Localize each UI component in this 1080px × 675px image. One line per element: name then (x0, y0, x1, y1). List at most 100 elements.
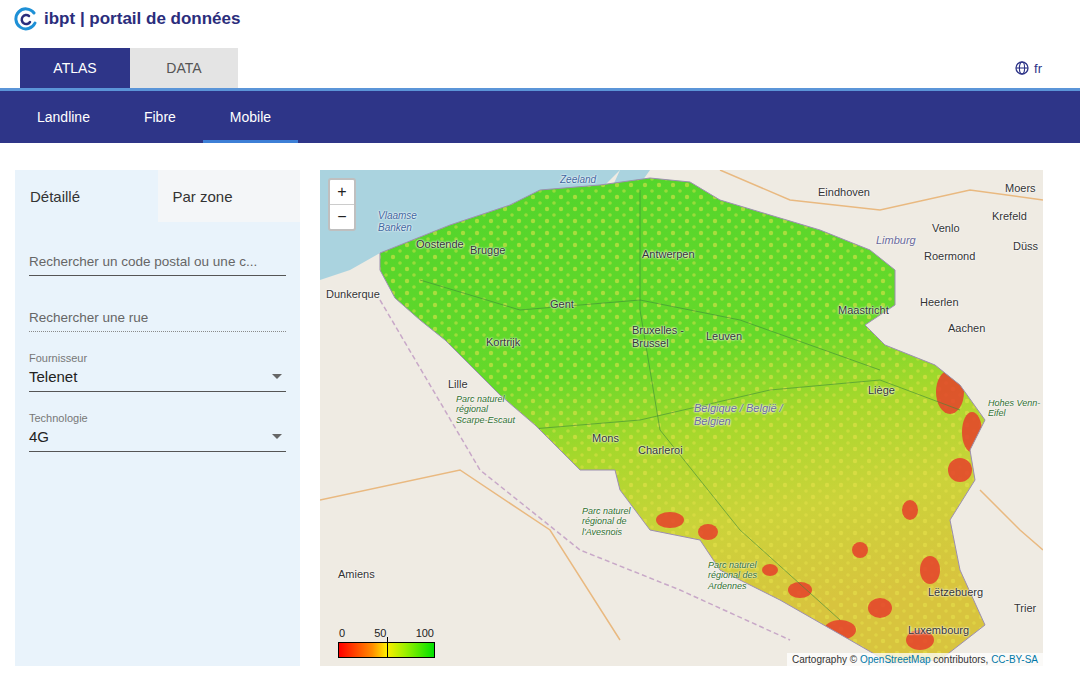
panel-tabs: DétailléPar zone (15, 170, 300, 222)
postal-search-field[interactable]: Rechercher un code postal ou une c... (29, 246, 286, 276)
zoom-control: +− (328, 178, 356, 231)
map-label: Dunkerque (326, 288, 380, 301)
map-label: Trier (1014, 602, 1036, 615)
land-ground (320, 170, 1043, 666)
dropdown-caret-icon (272, 434, 282, 439)
provider-value: Telenet (29, 368, 77, 385)
country-border (380, 178, 985, 663)
map-label: Eindhoven (818, 186, 870, 199)
nav-item[interactable]: Mobile (203, 91, 298, 143)
map-label: Düss (1013, 240, 1038, 253)
coverage-map[interactable]: Zeeland Eindhoven Moers Krefeld Venlo Düss Vla… (320, 170, 1043, 666)
road-line (720, 170, 1043, 210)
legend-tick: 50 (374, 627, 386, 639)
nav-bar: LandlineFibreMobile (0, 91, 1080, 143)
map-label: Oostende (416, 238, 464, 251)
technology-label: Technologie (29, 412, 286, 424)
top-tab-bar: ATLASDATA fr (0, 48, 1080, 91)
street-search-field[interactable]: Rechercher une rue (29, 302, 286, 332)
page: ibpt | portail de données ATLASDATA fr Land… (0, 0, 1080, 675)
low-coverage-patch (902, 500, 918, 520)
panel-tab[interactable]: Détaillé (15, 170, 158, 222)
map-label: Zeeland (560, 174, 596, 186)
top-tab[interactable]: ATLAS (20, 48, 130, 88)
legend: 0 50 100 (338, 627, 435, 658)
attribution-text: Cartography © (792, 654, 860, 665)
map-label: Bruxelles - Brussel (632, 324, 692, 349)
map-label: Krefeld (992, 210, 1027, 223)
map-label: Kortrijk (486, 336, 520, 349)
technology-value: 4G (29, 428, 49, 445)
map-label: Amiens (338, 568, 375, 581)
legend-tick: 0 (339, 627, 345, 639)
road-line (320, 470, 620, 640)
postal-search-placeholder: Rechercher un code postal ou une c... (29, 254, 257, 269)
fields: Rechercher un code postal ou une c... Rec… (15, 222, 300, 452)
nav-item[interactable]: Fibre (117, 91, 203, 143)
top-tab[interactable]: DATA (130, 48, 238, 88)
provider-select[interactable]: Fournisseur Telenet (29, 352, 286, 392)
low-coverage-patch (868, 598, 892, 618)
content: DétailléPar zoneRechercher un code posta… (0, 170, 1080, 666)
low-coverage-patch (852, 542, 868, 558)
attribution-text: contributors, (931, 654, 992, 665)
map-label: Venlo (932, 222, 960, 235)
map-label: Aachen (948, 322, 985, 335)
attribution: Cartography © OpenStreetMap contributors… (787, 653, 1043, 666)
attribution-link[interactable]: CC-BY-SA (991, 654, 1038, 665)
road-line (520, 380, 960, 430)
low-coverage-patch (762, 564, 778, 576)
map-label: Maastricht (838, 304, 889, 317)
map-label: Moers (1005, 182, 1036, 195)
legend-mid-mark (387, 637, 388, 657)
ibpt-logo-icon[interactable] (14, 7, 38, 31)
map-label: Parc naturel régional Scarpe-Escaut (456, 394, 518, 425)
coverage-speckle (320, 170, 1043, 666)
map-label: Roermond (924, 250, 975, 263)
map-label: Liège (868, 384, 895, 397)
map-label: Luxembourg (908, 624, 969, 637)
low-coverage-patch (824, 620, 856, 640)
map-label: Mons (592, 432, 619, 445)
low-coverage-patch (948, 458, 972, 482)
road-line (640, 190, 840, 620)
globe-icon (1015, 61, 1029, 75)
panel-tab[interactable]: Par zone (158, 170, 301, 222)
map-label: Vlaamse Banken (378, 210, 438, 233)
map-label: Leuven (706, 330, 742, 343)
low-coverage-patch (920, 556, 940, 584)
map-label: Brugge (470, 244, 505, 257)
nav-item[interactable]: Landline (10, 91, 117, 143)
header: ibpt | portail de données (0, 0, 1080, 48)
map-label: Parc naturel régional des Ardennes (708, 560, 770, 591)
map-label: Belgique / België / Belgien (694, 402, 784, 427)
technology-row: 4G (29, 424, 286, 452)
provider-row: Telenet (29, 364, 286, 392)
map-label: Lille (448, 378, 468, 391)
map-label: Limburg (876, 234, 916, 247)
attribution-link[interactable]: OpenStreetMap (860, 654, 931, 665)
coverage-detail (320, 170, 1043, 666)
map-label: Gent (550, 298, 574, 311)
map-label: Heerlen (920, 296, 959, 309)
map-label: Charleroi (638, 444, 683, 457)
legend-tick: 100 (416, 627, 434, 639)
street-search-placeholder: Rechercher une rue (29, 310, 148, 325)
provider-label: Fournisseur (29, 352, 286, 364)
zoom-in-button[interactable]: + (330, 180, 354, 205)
brand-title[interactable]: ibpt | portail de données (44, 9, 241, 29)
technology-select[interactable]: Technologie 4G (29, 412, 286, 452)
map-label: Parc naturel régional de l'Avesnois (582, 506, 644, 537)
map-label: Antwerpen (642, 248, 695, 261)
language-switch[interactable]: fr (1015, 48, 1042, 88)
top-tabs: ATLASDATA (20, 48, 238, 88)
map-label: Lëtzebuerg (928, 586, 983, 599)
map-label: Hohes Venn-Eifel (988, 398, 1042, 419)
road-line (420, 280, 880, 370)
low-coverage-patch (698, 524, 718, 540)
road-line (980, 490, 1043, 550)
legend-scale (338, 642, 435, 658)
zoom-out-button[interactable]: − (330, 205, 354, 229)
dropdown-caret-icon (272, 374, 282, 379)
language-label: fr (1034, 61, 1042, 76)
